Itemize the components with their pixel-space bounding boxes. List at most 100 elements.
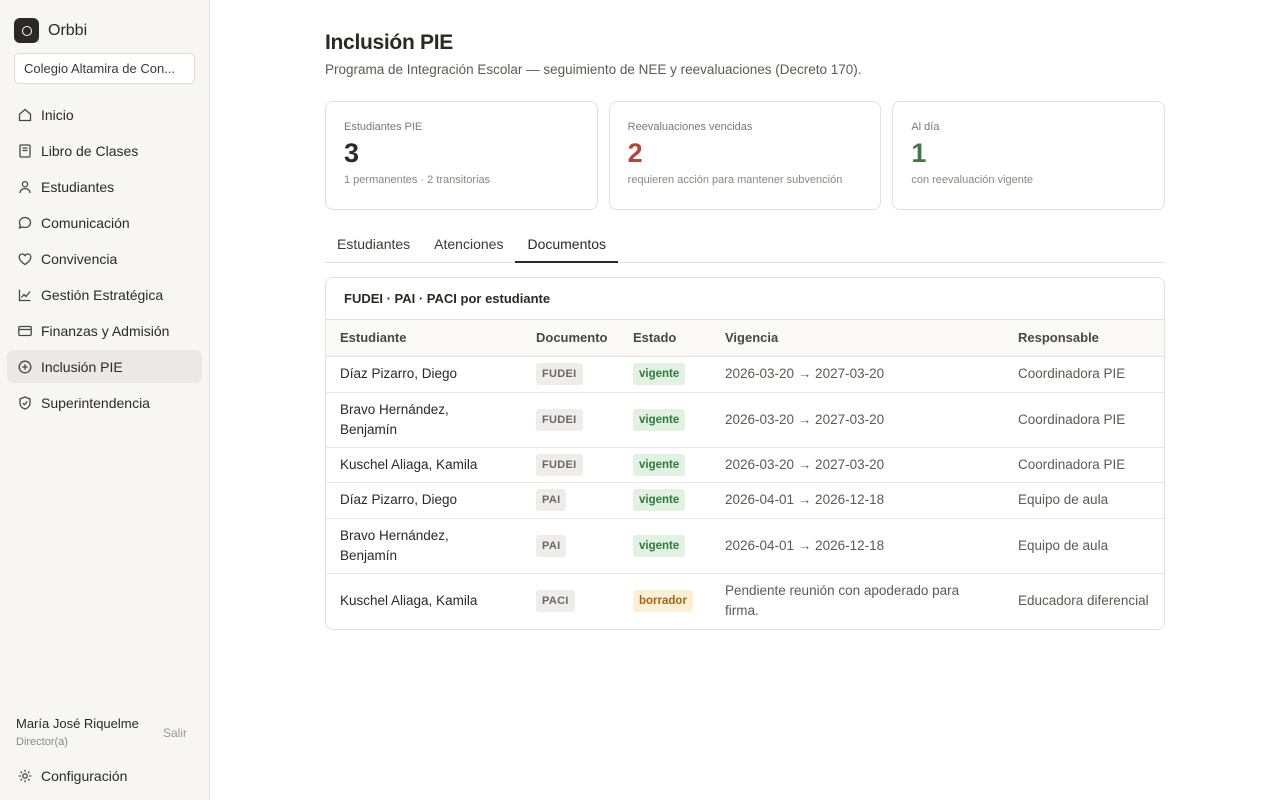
card-reevaluaciones-vencidas: Reevaluaciones vencidas 2 requieren acci… [608, 101, 882, 210]
sidebar-item-convivencia[interactable]: Convivencia [7, 242, 202, 275]
sidebar-nav: Inicio Libro de Clases Estudiantes Comun… [7, 98, 202, 422]
column-header-responsable[interactable]: Responsable [1004, 320, 1164, 357]
card-note: 1 permanentes · 2 transitorias [344, 174, 491, 186]
student-cell: Díaz Pizarro, Diego [326, 482, 522, 519]
document-badge: PACI [536, 590, 575, 613]
document-cell: FUDEI [522, 356, 619, 393]
validity-cell: 2026-03-20 → 2027-03-20 [711, 392, 1004, 448]
sidebar-item-label: Superintendencia [41, 394, 150, 411]
document-cell: FUDEI [522, 447, 619, 483]
validity-cell: Pendiente reunión con apoderado para fir… [725, 583, 960, 619]
owner-cell: Educadora diferencial [1018, 593, 1149, 609]
card-value: 3 [344, 138, 360, 168]
document-cell: PACI [522, 573, 619, 629]
sidebar-item-superintendencia[interactable]: Superintendencia [7, 386, 202, 419]
tab-atenciones[interactable]: Atenciones [422, 226, 515, 263]
column-header-vigencia[interactable]: Vigencia [711, 320, 1004, 357]
document-badge: FUDEI [536, 453, 583, 476]
brand[interactable]: Orbbi [14, 18, 87, 43]
table-row[interactable]: Kuschel Aliaga, Kamila FUDEI vigente 202… [326, 447, 1164, 483]
column-header-documento[interactable]: Documento [522, 320, 619, 357]
status-badge: vigente [633, 534, 686, 557]
credit-card-icon [18, 325, 32, 336]
card-note: con reevaluación vigente [911, 174, 1034, 186]
heart-icon [18, 252, 32, 265]
sidebar-item-estudiantes[interactable]: Estudiantes [7, 170, 202, 203]
owner-cell: Coordinadora PIE [1004, 356, 1164, 393]
status-badge: borrador [633, 590, 693, 613]
orbbi-logo-icon [14, 18, 39, 43]
document-badge: PAI [536, 534, 567, 557]
status-badge: vigente [633, 363, 686, 385]
summary-cards: Estudiantes PIE 3 1 permanentes · 2 tran… [325, 101, 1166, 210]
validity-cell: 2026-04-01 → 2026-12-18 [711, 482, 1004, 519]
table-row[interactable]: Kuschel Aliaga, Kamila PACI borrador Pen… [326, 573, 1164, 629]
column-header-estudiante[interactable]: Estudiante [326, 320, 522, 357]
message-icon [18, 216, 32, 229]
table-row[interactable]: Díaz Pizarro, Diego FUDEI vigente 2026-0… [326, 356, 1164, 393]
status-badge: vigente [633, 408, 686, 431]
card-note: requieren acción para mantener subvenció… [627, 174, 843, 186]
sidebar-item-finanzas-y-admision[interactable]: Finanzas y Admisión [7, 314, 202, 347]
document-badge: FUDEI [536, 408, 583, 431]
sidebar-item-comunicacion[interactable]: Comunicación [7, 206, 202, 239]
validity-cell: 2026-03-20 → 2027-03-20 [711, 447, 1004, 483]
user-profile: María José Riquelme Director(a) Salir [16, 716, 196, 748]
sidebar-item-label: Libro de Clases [41, 142, 139, 159]
settings-label: Configuración [41, 767, 128, 784]
document-cell: PAI [522, 518, 619, 574]
status-cell: borrador [619, 573, 711, 629]
validity-cell: 2026-04-01 → 2026-12-18 [711, 518, 1004, 574]
sidebar-item-label: Inicio [41, 106, 74, 123]
status-cell: vigente [619, 447, 711, 483]
table-row[interactable]: Bravo Hernández, Benjamín FUDEI vigente … [326, 392, 1164, 448]
settings-button[interactable]: Configuración [7, 759, 202, 792]
tab-documentos[interactable]: Documentos [515, 226, 619, 263]
column-header-estado[interactable]: Estado [619, 320, 711, 357]
student-cell: Kuschel Aliaga, Kamila [340, 593, 478, 609]
sidebar-item-label: Comunicación [41, 214, 130, 231]
sidebar-item-libro-de-clases[interactable]: Libro de Clases [7, 134, 202, 167]
status-cell: vigente [619, 356, 711, 393]
school-selector[interactable]: Colegio Altamira de Con... [14, 53, 195, 84]
status-badge: vigente [633, 453, 686, 476]
tab-estudiantes[interactable]: Estudiantes [325, 226, 422, 263]
document-badge: PAI [536, 489, 567, 511]
gear-icon [18, 769, 32, 782]
document-cell: PAI [522, 482, 619, 519]
student-cell: Bravo Hernández, Benjamín [326, 518, 522, 574]
logout-button[interactable]: Salir [163, 726, 187, 740]
book-icon [19, 143, 31, 158]
sidebar-item-label: Convivencia [41, 250, 118, 267]
status-cell: vigente [619, 482, 711, 519]
sidebar: Orbbi Colegio Altamira de Con... Inicio … [0, 0, 210, 800]
sidebar-item-gestion-estrategica[interactable]: Gestión Estratégica [7, 278, 202, 311]
student-cell: Kuschel Aliaga, Kamila [326, 447, 522, 483]
home-icon [18, 108, 32, 121]
sidebar-item-inicio[interactable]: Inicio [7, 98, 202, 131]
table-row[interactable]: Díaz Pizarro, Diego PAI vigente 2026-04-… [326, 482, 1164, 519]
user-icon [19, 180, 31, 193]
brand-name: Orbbi [48, 21, 88, 39]
student-cell: Bravo Hernández, Benjamín [326, 392, 522, 448]
owner-cell: Coordinadora PIE [1004, 447, 1164, 483]
card-label: Estudiantes PIE [344, 121, 423, 133]
table-row[interactable]: Bravo Hernández, Benjamín PAI vigente 20… [326, 518, 1164, 574]
owner-cell: Equipo de aula [1004, 482, 1164, 519]
status-cell: vigente [619, 392, 711, 448]
tab-bar: Estudiantes Atenciones Documentos [325, 226, 1165, 263]
sidebar-item-label: Inclusión PIE [41, 358, 123, 375]
validity-cell: 2026-03-20 → 2027-03-20 [711, 356, 1004, 393]
page-title: Inclusión PIE [325, 31, 453, 54]
owner-cell: Coordinadora PIE [1004, 392, 1164, 448]
sidebar-item-inclusion-pie[interactable]: Inclusión PIE [7, 350, 202, 383]
card-label: Reevaluaciones vencidas [627, 121, 753, 133]
sidebar-item-label: Finanzas y Admisión [41, 322, 170, 339]
owner-cell: Equipo de aula [1004, 518, 1164, 574]
panel-title: FUDEI · PAI · PACI por estudiante [326, 278, 1164, 320]
documents-panel: FUDEI · PAI · PACI por estudiante Estudi… [325, 277, 1165, 630]
card-value: 1 [911, 138, 927, 168]
student-cell: Díaz Pizarro, Diego [326, 356, 522, 393]
status-cell: vigente [619, 518, 711, 574]
card-al-dia: Al día 1 con reevaluación vigente [892, 101, 1166, 210]
